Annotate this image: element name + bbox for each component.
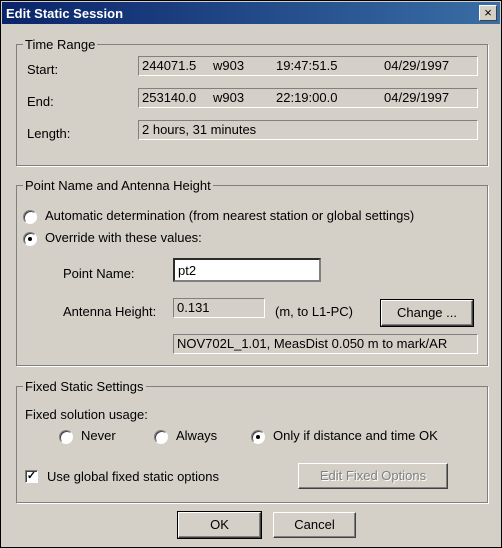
automatic-radio[interactable] [23, 210, 37, 224]
time-range-legend: Time Range [25, 37, 96, 52]
antenna-info-value: NOV702L_1.01, MeasDist 0.050 m to mark/A… [177, 336, 448, 351]
end-time: 22:19:00.0 [276, 90, 338, 105]
close-icon: × [484, 5, 492, 20]
automatic-label[interactable]: Automatic determination (from nearest st… [45, 208, 414, 223]
end-value-field: 253140.0 w903 22:19:00.0 04/29/1997 [138, 88, 478, 108]
end-date: 04/29/1997 [384, 90, 450, 105]
title-bar[interactable]: Edit Static Session × [2, 2, 500, 24]
cancel-button[interactable]: Cancel [273, 512, 356, 538]
only-if-radio[interactable] [251, 430, 265, 444]
antenna-height-value: 0.131 [177, 300, 210, 315]
checkmark-icon: ✓ [26, 470, 37, 482]
never-label[interactable]: Never [81, 428, 116, 443]
always-radio[interactable] [154, 430, 168, 444]
start-label: Start: [27, 62, 59, 77]
point-name-input[interactable] [173, 258, 321, 282]
start-epoch: 244071.5 [142, 58, 197, 73]
antenna-height-label: Antenna Height: [63, 304, 157, 319]
never-radio[interactable] [59, 430, 73, 444]
start-week: w903 [213, 58, 245, 73]
start-time: 19:47:51.5 [276, 58, 338, 73]
point-name-label: Point Name: [63, 266, 135, 281]
point-antenna-legend: Point Name and Antenna Height [25, 178, 211, 193]
antenna-unit-label: (m, to L1-PC) [275, 304, 354, 319]
length-label: Length: [27, 126, 71, 141]
use-global-checkbox[interactable]: ✓ [25, 470, 38, 483]
always-label[interactable]: Always [176, 428, 217, 443]
override-label[interactable]: Override with these values: [45, 230, 202, 245]
close-button[interactable]: × [479, 5, 497, 21]
change-antenna-button[interactable]: Change ... [380, 299, 474, 327]
end-week: w903 [213, 90, 245, 105]
antenna-info-field: NOV702L_1.01, MeasDist 0.050 m to mark/A… [173, 334, 478, 354]
override-radio[interactable] [23, 232, 37, 246]
edit-static-session-dialog: Edit Static Session × Time Range Start: … [0, 0, 502, 548]
antenna-height-field: 0.131 [173, 298, 265, 318]
end-epoch: 253140.0 [142, 90, 197, 105]
edit-fixed-options-button[interactable]: Edit Fixed Options [298, 463, 448, 489]
only-if-label[interactable]: Only if distance and time OK [273, 428, 438, 443]
fixed-static-legend: Fixed Static Settings [25, 379, 144, 394]
start-value-field: 244071.5 w903 19:47:51.5 04/29/1997 [138, 56, 478, 76]
length-value: 2 hours, 31 minutes [142, 122, 257, 137]
ok-button[interactable]: OK [177, 511, 262, 539]
use-global-label[interactable]: Use global fixed static options [47, 469, 219, 484]
start-date: 04/29/1997 [384, 58, 450, 73]
dialog-title: Edit Static Session [6, 6, 124, 21]
length-value-field: 2 hours, 31 minutes [138, 120, 478, 140]
fixed-usage-label: Fixed solution usage: [25, 407, 148, 422]
end-label: End: [27, 94, 54, 109]
